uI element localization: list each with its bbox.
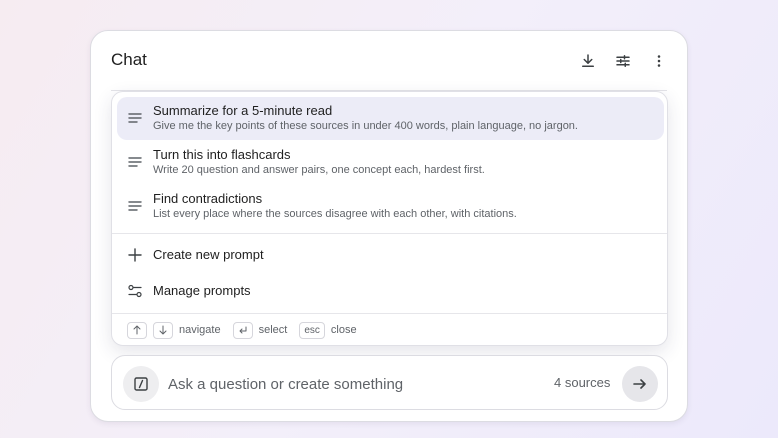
up-arrow-icon <box>127 321 147 339</box>
sliders-icon <box>128 284 142 298</box>
action-label: Create new prompt <box>153 247 264 262</box>
lines-icon <box>128 113 142 123</box>
menu-divider <box>112 233 667 234</box>
prompt-item-flashcards[interactable]: Turn this into flashcards Write 20 quest… <box>117 141 664 184</box>
chat-input[interactable] <box>168 372 528 396</box>
more-options-button[interactable] <box>647 49 671 73</box>
prompt-menu: Summarize for a 5-minute read Give me th… <box>111 91 668 346</box>
enter-icon <box>232 321 253 339</box>
prompt-title: Summarize for a 5-minute read <box>153 103 333 118</box>
download-button[interactable] <box>576 49 600 73</box>
page-title: Chat <box>111 50 147 69</box>
arrow-right-icon <box>633 379 646 389</box>
lines-icon <box>128 157 142 167</box>
prompt-item-contradictions[interactable]: Find contradictions List every place whe… <box>117 185 664 228</box>
hint-label: navigate <box>179 324 221 336</box>
send-button[interactable] <box>622 366 658 402</box>
tune-icon <box>616 55 630 67</box>
tune-button[interactable] <box>611 49 635 73</box>
prompt-title: Find contradictions <box>153 191 263 206</box>
prompt-description: Write 20 question and answer pairs, one … <box>153 164 485 176</box>
prompt-description: Give me the key points of these sources … <box>153 120 578 132</box>
hint-label: close <box>330 324 357 336</box>
sources-count[interactable]: 4 sources <box>554 375 610 390</box>
plus-icon <box>128 248 142 262</box>
prompt-item-summarize[interactable]: Summarize for a 5-minute read Give me th… <box>117 97 664 140</box>
more-vert-icon <box>657 55 661 67</box>
prompt-title: Turn this into flashcards <box>153 147 291 162</box>
action-label: Manage prompts <box>153 283 251 298</box>
chat-composer: 4 sources <box>111 355 668 410</box>
chat-header: Chat <box>91 31 687 91</box>
esc-key: esc <box>299 321 325 339</box>
keyboard-hints: navigate select esc close <box>127 320 369 340</box>
lines-icon <box>128 201 142 211</box>
menu-divider <box>112 313 667 314</box>
hint-label: select <box>258 324 288 336</box>
prompt-description: List every place where the sources disag… <box>153 208 517 220</box>
download-icon <box>582 54 594 67</box>
create-new-prompt-button[interactable]: Create new prompt <box>117 240 664 270</box>
manage-prompts-button[interactable]: Manage prompts <box>117 276 664 306</box>
slash-command-icon <box>134 377 148 391</box>
prompt-menu-button[interactable] <box>123 366 159 402</box>
chat-panel: Chat Summarize for a 5-minute read Give … <box>90 30 688 422</box>
down-arrow-icon <box>153 321 173 339</box>
